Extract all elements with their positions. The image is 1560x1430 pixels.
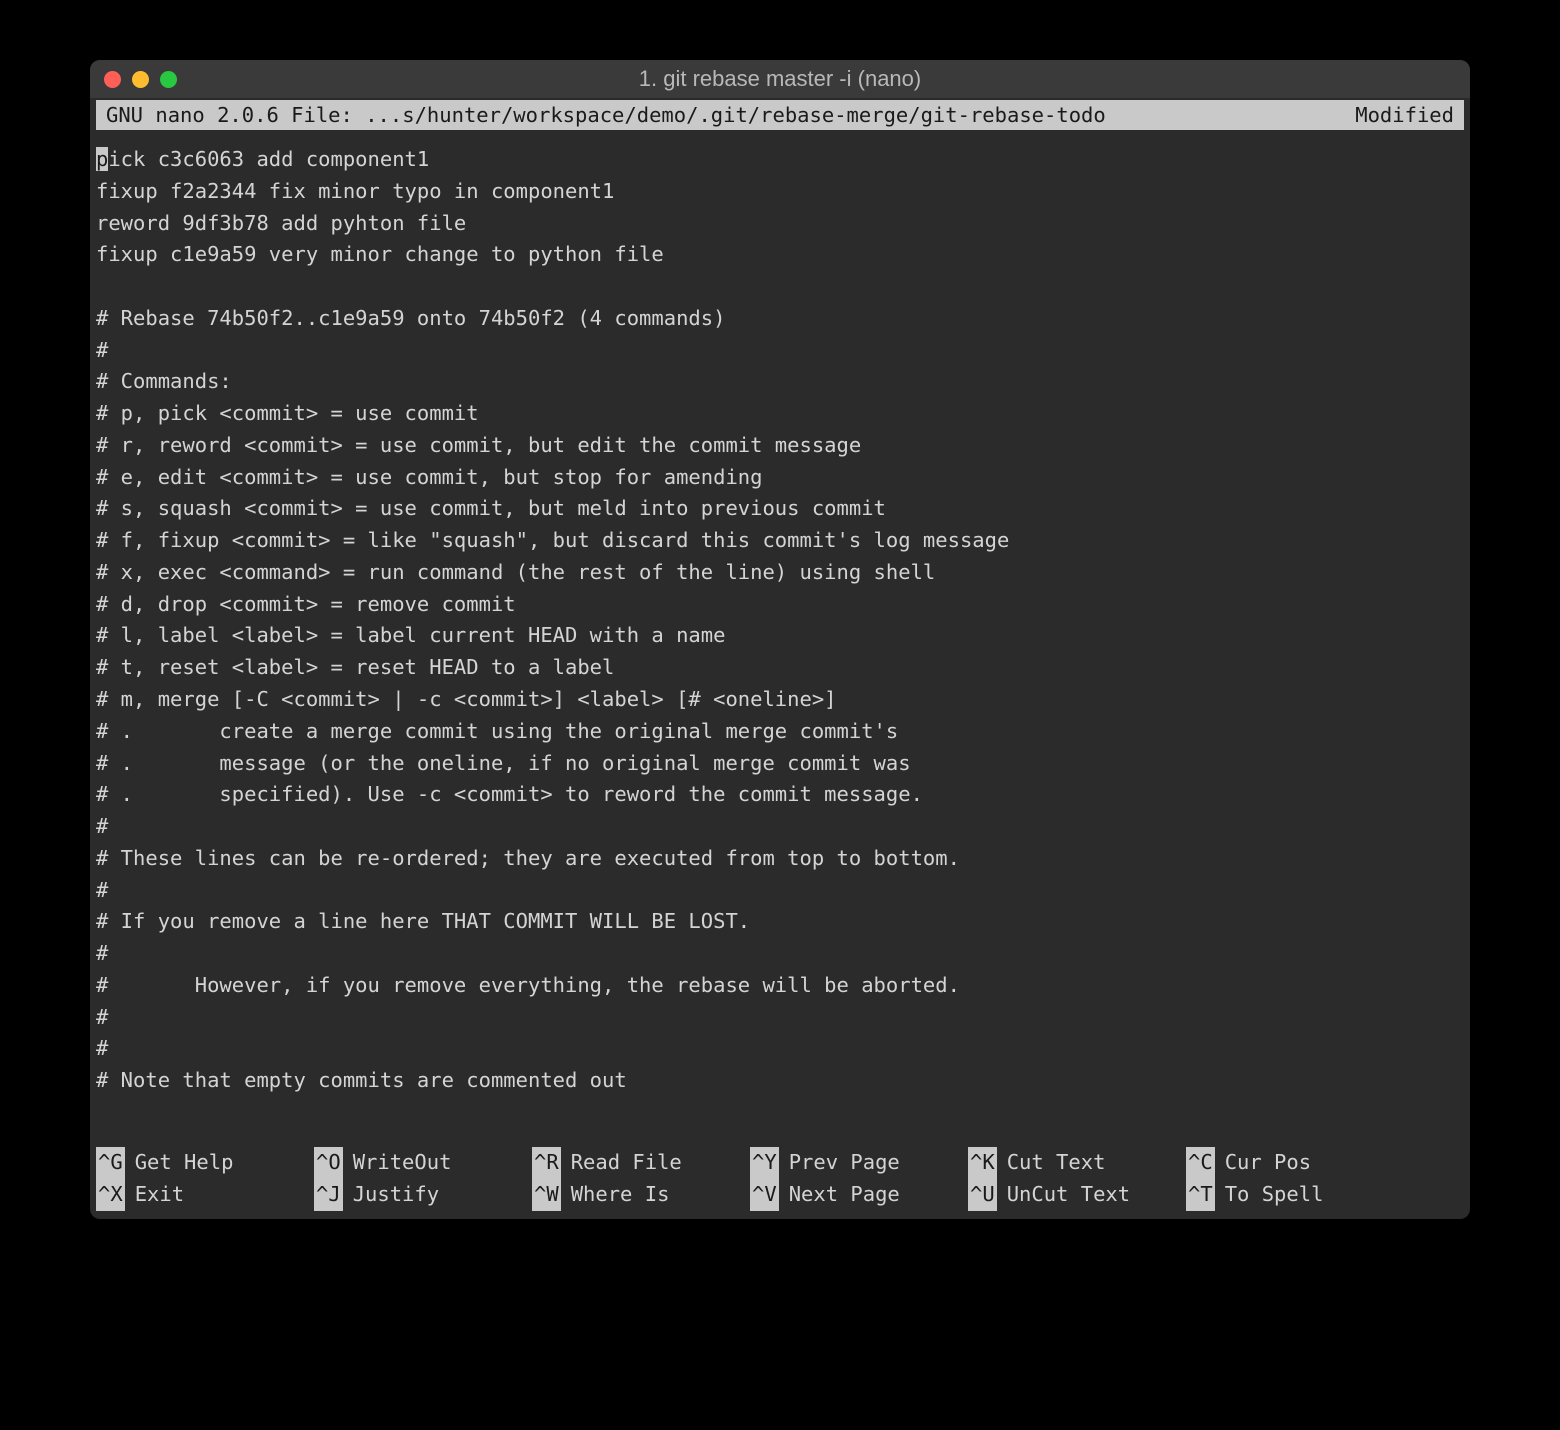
- editor-line[interactable]: # d, drop <commit> = remove commit: [96, 589, 1464, 621]
- text-cursor: p: [96, 147, 108, 171]
- nano-shortcut: ^R Read File: [532, 1147, 750, 1179]
- shortcut-key: ^J: [314, 1179, 343, 1211]
- nano-shortcut: ^J Justify: [314, 1179, 532, 1211]
- nano-app-version: GNU nano 2.0.6: [106, 103, 279, 127]
- terminal-window: 1. git rebase master -i (nano) GNU nano …: [90, 60, 1470, 1219]
- minimize-button[interactable]: [132, 71, 149, 88]
- editor-line[interactable]: reword 9df3b78 add pyhton file: [96, 208, 1464, 240]
- editor-line[interactable]: # . specified). Use -c <commit> to rewor…: [96, 779, 1464, 811]
- editor-line[interactable]: # f, fixup <commit> = like "squash", but…: [96, 525, 1464, 557]
- shortcut-key: ^T: [1186, 1179, 1215, 1211]
- editor-line[interactable]: # These lines can be re-ordered; they ar…: [96, 843, 1464, 875]
- shortcut-label: Where Is: [571, 1179, 670, 1211]
- nano-shortcut: ^Y Prev Page: [750, 1147, 968, 1179]
- editor-line[interactable]: # r, reword <commit> = use commit, but e…: [96, 430, 1464, 462]
- editor-line[interactable]: # s, squash <commit> = use commit, but m…: [96, 493, 1464, 525]
- nano-shortcut: ^T To Spell: [1186, 1179, 1404, 1211]
- nano-shortcut: ^W Where Is: [532, 1179, 750, 1211]
- nano-modified-status: Modified: [1355, 103, 1454, 127]
- nano-shortcut: ^U UnCut Text: [968, 1179, 1186, 1211]
- close-button[interactable]: [104, 71, 121, 88]
- editor-line[interactable]: # Rebase 74b50f2..c1e9a59 onto 74b50f2 (…: [96, 303, 1464, 335]
- nano-file-label: File:: [291, 103, 353, 127]
- nano-header-bar: GNU nano 2.0.6 File: ...s/hunter/workspa…: [96, 100, 1464, 130]
- shortcut-key: ^G: [96, 1147, 125, 1179]
- shortcut-key: ^Y: [750, 1147, 779, 1179]
- zoom-button[interactable]: [160, 71, 177, 88]
- window-titlebar: 1. git rebase master -i (nano): [90, 60, 1470, 98]
- shortcut-label: Prev Page: [789, 1147, 900, 1179]
- editor-line[interactable]: # x, exec <command> = run command (the r…: [96, 557, 1464, 589]
- editor-line[interactable]: fixup f2a2344 fix minor typo in componen…: [96, 176, 1464, 208]
- editor-line[interactable]: # However, if you remove everything, the…: [96, 970, 1464, 1002]
- editor-line[interactable]: # . message (or the oneline, if no origi…: [96, 748, 1464, 780]
- traffic-lights: [104, 71, 177, 88]
- editor-line[interactable]: # l, label <label> = label current HEAD …: [96, 620, 1464, 652]
- shortcut-key: ^X: [96, 1179, 125, 1211]
- editor-line[interactable]: # e, edit <commit> = use commit, but sto…: [96, 462, 1464, 494]
- editor-line[interactable]: # t, reset <label> = reset HEAD to a lab…: [96, 652, 1464, 684]
- shortcut-key: ^K: [968, 1147, 997, 1179]
- editor-line[interactable]: # p, pick <commit> = use commit: [96, 398, 1464, 430]
- editor-line[interactable]: [96, 271, 1464, 303]
- shortcut-label: Get Help: [135, 1147, 234, 1179]
- editor-line[interactable]: # If you remove a line here THAT COMMIT …: [96, 906, 1464, 938]
- nano-shortcut: ^X Exit: [96, 1179, 314, 1211]
- editor-line[interactable]: pick c3c6063 add component1: [96, 144, 1464, 176]
- shortcut-label: Cur Pos: [1225, 1147, 1311, 1179]
- shortcut-label: WriteOut: [353, 1147, 452, 1179]
- shortcut-key: ^U: [968, 1179, 997, 1211]
- editor-line[interactable]: #: [96, 335, 1464, 367]
- shortcut-label: Exit: [135, 1179, 184, 1211]
- editor-line[interactable]: # Note that empty commits are commented …: [96, 1065, 1464, 1097]
- nano-file-path: ...s/hunter/workspace/demo/.git/rebase-m…: [365, 103, 1106, 127]
- nano-editor-area[interactable]: pick c3c6063 add component1fixup f2a2344…: [90, 130, 1470, 1097]
- window-title: 1. git rebase master -i (nano): [639, 66, 921, 92]
- shortcut-label: Next Page: [789, 1179, 900, 1211]
- editor-line[interactable]: fixup c1e9a59 very minor change to pytho…: [96, 239, 1464, 271]
- shortcut-label: To Spell: [1225, 1179, 1324, 1211]
- nano-shortcut: ^G Get Help: [96, 1147, 314, 1179]
- nano-shortcut: ^C Cur Pos: [1186, 1147, 1404, 1179]
- editor-line[interactable]: # Commands:: [96, 366, 1464, 398]
- nano-shortcut: ^O WriteOut: [314, 1147, 532, 1179]
- shortcut-label: Justify: [353, 1179, 439, 1211]
- shortcut-key: ^O: [314, 1147, 343, 1179]
- shortcut-label: UnCut Text: [1007, 1179, 1130, 1211]
- nano-shortcut: ^V Next Page: [750, 1179, 968, 1211]
- editor-line[interactable]: #: [96, 875, 1464, 907]
- editor-line[interactable]: # m, merge [-C <commit> | -c <commit>] <…: [96, 684, 1464, 716]
- shortcut-key: ^W: [532, 1179, 561, 1211]
- nano-shortcut: ^K Cut Text: [968, 1147, 1186, 1179]
- shortcut-key: ^R: [532, 1147, 561, 1179]
- shortcut-key: ^C: [1186, 1147, 1215, 1179]
- editor-line[interactable]: #: [96, 811, 1464, 843]
- shortcut-label: Read File: [571, 1147, 682, 1179]
- editor-line[interactable]: #: [96, 1033, 1464, 1065]
- shortcut-row-2: ^X Exit ^J Justify ^W Where Is ^V Next Page ^U Un…: [96, 1179, 1464, 1211]
- editor-line[interactable]: #: [96, 938, 1464, 970]
- shortcut-key: ^V: [750, 1179, 779, 1211]
- nano-shortcut-bar: ^G Get Help ^O WriteOut ^R Read File ^Y Prev Pa…: [90, 1137, 1470, 1219]
- shortcut-row-1: ^G Get Help ^O WriteOut ^R Read File ^Y Prev Pa…: [96, 1147, 1464, 1179]
- editor-line[interactable]: # . create a merge commit using the orig…: [96, 716, 1464, 748]
- shortcut-label: Cut Text: [1007, 1147, 1106, 1179]
- editor-line[interactable]: #: [96, 1002, 1464, 1034]
